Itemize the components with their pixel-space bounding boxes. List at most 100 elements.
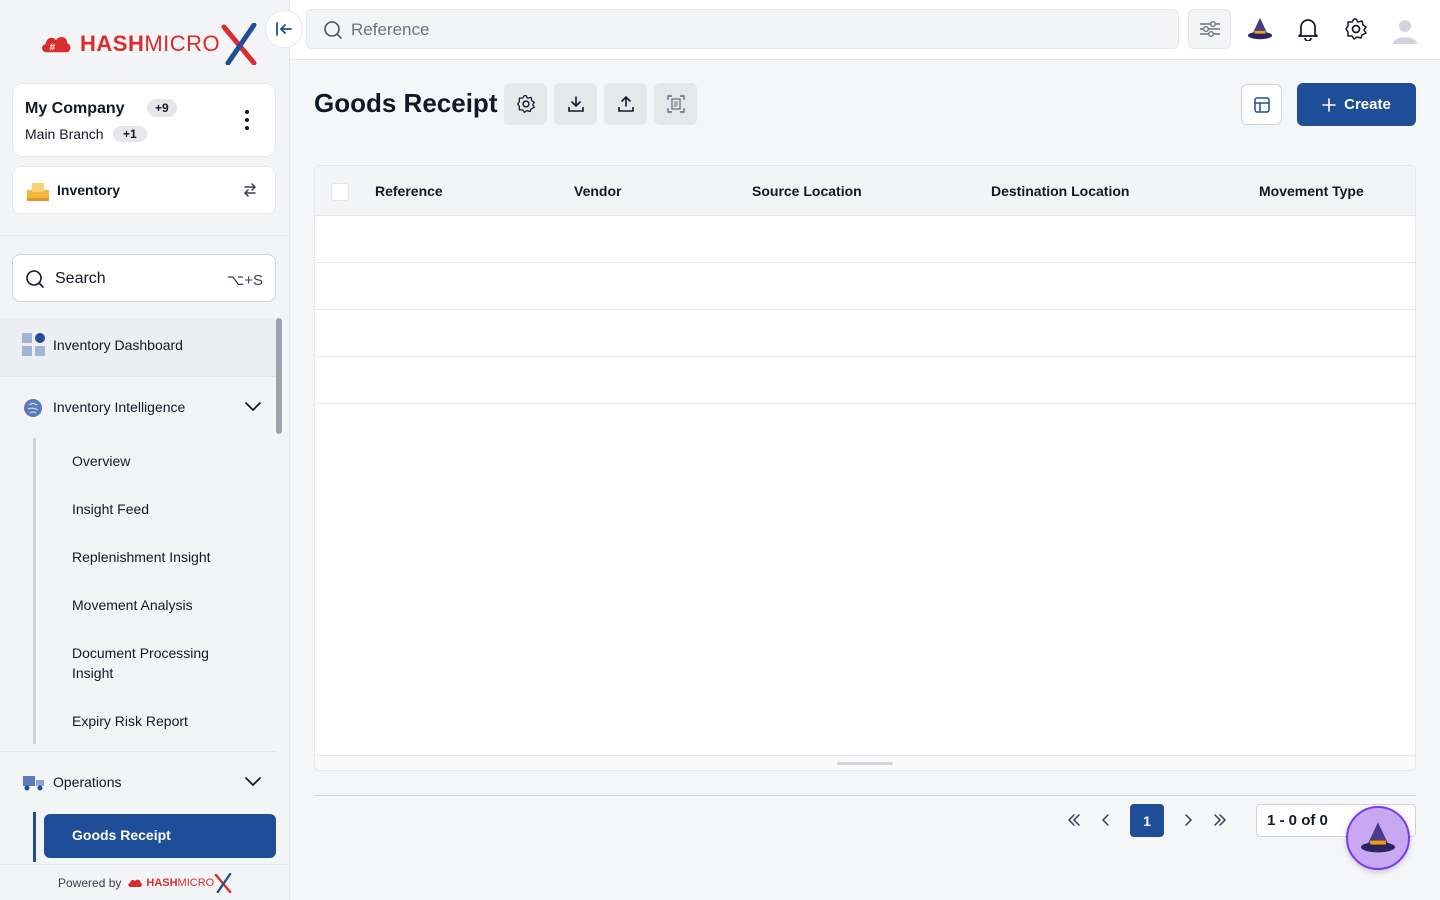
- ai-wizard-icon[interactable]: [1247, 16, 1273, 42]
- company-switcher[interactable]: My Company +9 Main Branch +1: [12, 83, 276, 157]
- divider: [0, 751, 276, 752]
- search-input[interactable]: [351, 18, 1151, 42]
- resize-handle[interactable]: [837, 762, 893, 765]
- plus-icon: [1322, 97, 1336, 112]
- goods-receipt-table: Reference Vendor Source Location Destina…: [314, 165, 1416, 771]
- column-header-vendor[interactable]: Vendor: [574, 183, 621, 199]
- inventory-box-icon: [27, 183, 49, 201]
- swap-icon[interactable]: [241, 181, 259, 199]
- module-label: Inventory: [57, 182, 121, 198]
- sidebar-search[interactable]: Search ⌥+S: [12, 254, 276, 302]
- sidebar-item-goods-receipt[interactable]: Goods Receipt: [44, 814, 276, 858]
- svg-text:#: #: [50, 42, 56, 53]
- sidebar-item-label: Inventory Dashboard: [53, 337, 183, 353]
- chevron-down-icon[interactable]: [244, 774, 262, 788]
- previous-page-button[interactable]: [1090, 804, 1122, 836]
- cloud-logo-icon: #: [42, 37, 71, 53]
- sidebar-item-document-processing-insight[interactable]: Document Processing Insight: [72, 643, 242, 683]
- table-layout-icon: [1253, 96, 1270, 113]
- select-all-checkbox[interactable]: [331, 183, 349, 201]
- company-count-badge: +9: [147, 99, 177, 117]
- upload-icon: [617, 95, 634, 112]
- first-page-button[interactable]: [1058, 804, 1090, 836]
- sidebar-group-inventory-intelligence[interactable]: Inventory Intelligence: [0, 387, 276, 427]
- logo-wordmark: HASHMICRO: [80, 31, 221, 56]
- company-name: My Company: [25, 100, 125, 117]
- page-range: 1 - 0: [1267, 812, 1298, 829]
- branch-count-badge: +1: [113, 126, 147, 142]
- brain-icon: [24, 399, 42, 417]
- chevron-down-icon[interactable]: [244, 399, 262, 413]
- global-search[interactable]: [306, 9, 1179, 49]
- hashmicro-mini-logo: HASHMICRO: [127, 872, 232, 893]
- hashmicro-logo[interactable]: # HASHMICRO: [38, 22, 258, 66]
- search-icon: [26, 270, 44, 288]
- sidebar-scrollbar[interactable]: [276, 318, 282, 434]
- scan-document-button[interactable]: [654, 83, 697, 125]
- divider: [0, 376, 276, 377]
- sidebar-item-overview[interactable]: Overview: [72, 451, 130, 471]
- search-shortcut: ⌥+S: [226, 272, 263, 289]
- sidebar-item-movement-analysis[interactable]: Movement Analysis: [72, 595, 193, 615]
- column-header-source-location[interactable]: Source Location: [752, 183, 862, 199]
- table-row: [315, 310, 1415, 357]
- logo-wordmark: HASHMICRO: [146, 876, 215, 889]
- sidebar-item-label: Inventory Intelligence: [53, 399, 186, 415]
- branch-name: Main Branch: [25, 126, 104, 142]
- active-indicator: [33, 812, 36, 862]
- chevron-right-icon: [1185, 814, 1193, 826]
- settings-button[interactable]: [504, 83, 547, 125]
- double-chevron-left-icon: [1067, 814, 1080, 826]
- last-page-button[interactable]: [1204, 804, 1236, 836]
- search-label: Search: [55, 270, 106, 287]
- upload-button[interactable]: [604, 83, 647, 125]
- sidebar-item-inventory-dashboard[interactable]: Inventory Dashboard: [0, 318, 276, 376]
- column-header-reference[interactable]: Reference: [375, 183, 443, 199]
- next-page-button[interactable]: [1172, 804, 1204, 836]
- sidebar-item-replenishment-insight[interactable]: Replenishment Insight: [72, 547, 211, 567]
- divider: [314, 795, 1416, 796]
- sidebar-item-label: Goods Receipt: [72, 827, 171, 843]
- of-label: of: [1301, 812, 1316, 829]
- double-chevron-right-icon: [1214, 814, 1227, 826]
- sidebar-item-expiry-risk-report[interactable]: Expiry Risk Report: [72, 711, 188, 731]
- total-count: 0: [1319, 812, 1328, 829]
- top-bar: [290, 0, 1440, 60]
- layout-toggle-button[interactable]: [1241, 84, 1282, 125]
- filter-button[interactable]: [1188, 9, 1231, 49]
- gear-icon: [516, 95, 535, 113]
- dashboard-icon: [22, 333, 45, 356]
- filter-sliders-icon: [1199, 21, 1220, 37]
- page-title: Goods Receipt: [314, 88, 498, 118]
- collapse-left-icon: [276, 22, 292, 36]
- collapse-sidebar-button[interactable]: [265, 10, 303, 48]
- logo-x-mark: [221, 23, 257, 65]
- more-options-icon[interactable]: [239, 108, 255, 132]
- current-page-button[interactable]: 1: [1130, 804, 1164, 837]
- table-header: Reference Vendor Source Location Destina…: [315, 166, 1415, 216]
- sidebar: # HASHMICRO My Company +9 Main Branch +1…: [0, 0, 290, 900]
- sidebar-group-operations[interactable]: Operations: [0, 762, 276, 802]
- bell-icon[interactable]: [1295, 16, 1321, 42]
- sidebar-item-label: Operations: [53, 774, 122, 790]
- create-button[interactable]: Create: [1297, 83, 1416, 126]
- download-button[interactable]: [554, 83, 597, 125]
- table-resize-bar[interactable]: [315, 755, 1415, 770]
- ai-assistant-button[interactable]: [1346, 806, 1410, 870]
- powered-by-label: Powered by: [58, 875, 122, 890]
- sidebar-item-insight-feed[interactable]: Insight Feed: [72, 499, 149, 519]
- logo-x-mark: [214, 872, 232, 893]
- powered-by-footer: Powered by HASHMICRO: [0, 864, 289, 900]
- module-switcher[interactable]: Inventory: [12, 166, 276, 214]
- user-avatar[interactable]: [1391, 16, 1419, 44]
- column-header-movement-type[interactable]: Movement Type: [1259, 183, 1364, 199]
- download-icon: [567, 96, 584, 112]
- table-row: [315, 216, 1415, 263]
- table-row: [315, 357, 1415, 404]
- create-label: Create: [1344, 96, 1391, 113]
- table-row: [315, 263, 1415, 310]
- wizard-hat-icon: [1361, 822, 1395, 853]
- gear-icon[interactable]: [1343, 16, 1369, 42]
- submenu-guide-line: [33, 438, 36, 744]
- column-header-destination-location[interactable]: Destination Location: [991, 183, 1129, 199]
